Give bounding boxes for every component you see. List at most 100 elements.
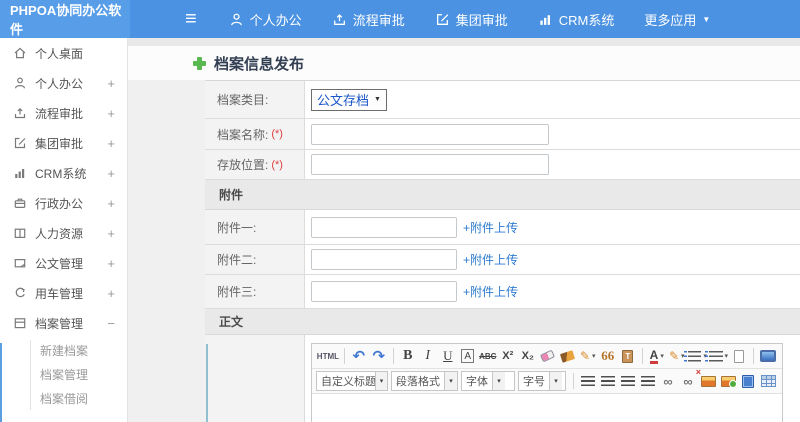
sidebar-item-label: 档案管理	[35, 316, 84, 331]
align-center-button[interactable]	[599, 371, 617, 391]
content-section-header: 正文	[205, 309, 800, 335]
underline-button[interactable]: U	[439, 346, 457, 366]
dropdown-arrow-icon: ▾	[375, 372, 387, 390]
sidebar-item-crm-system[interactable]: CRM系统 +	[0, 158, 127, 188]
expand-toggle-icon[interactable]: +	[107, 166, 115, 181]
sidebar-subitem-new-archive[interactable]: 新建档案	[0, 338, 127, 362]
paste-icon: T	[622, 349, 634, 363]
required-mark: (*)	[271, 128, 283, 140]
redo-button[interactable]: ↷	[370, 346, 388, 366]
media-icon	[742, 374, 754, 388]
sidebar-item-archive-management[interactable]: 档案管理 −	[0, 308, 127, 338]
undo-button[interactable]: ↶	[350, 346, 368, 366]
attachment-3-upload-link[interactable]: +附件上传	[463, 283, 518, 300]
nav-label: CRM系统	[558, 12, 615, 28]
hamburger-menu-icon[interactable]: ≡	[185, 9, 197, 29]
format-painter-icon: ✎	[579, 349, 591, 363]
expand-toggle-icon[interactable]: +	[107, 106, 115, 121]
sidebar-subitem-archive-borrow[interactable]: 档案借阅	[0, 386, 127, 410]
top-header: PHPOA协同办公软件 ≡ 个人办公 流程审批 集团审批 CRM系统 更多应用 …	[0, 0, 800, 38]
sidebar-item-personal-office[interactable]: 个人办公 +	[0, 68, 127, 98]
page-title: 档案信息发布	[214, 55, 305, 73]
align-left-button[interactable]	[579, 371, 597, 391]
font-family-select[interactable]: 字体 ▾	[461, 371, 515, 391]
align-justify-button[interactable]	[639, 371, 657, 391]
insert-media-button[interactable]	[739, 371, 757, 391]
sidebar-item-human-resources[interactable]: 人力资源 +	[0, 218, 127, 248]
expand-toggle-icon[interactable]: +	[107, 76, 115, 91]
sidebar-submenu-archive: 新建档案 档案管理 档案借阅	[0, 338, 127, 410]
paste-button[interactable]: T	[619, 346, 637, 366]
category-select[interactable]: 公文存档 ▼	[311, 88, 387, 111]
select-arrow-icon: ▼	[374, 96, 381, 103]
nav-crm-system[interactable]: CRM系统	[538, 10, 615, 29]
expand-toggle-icon[interactable]: +	[107, 286, 115, 301]
dropdown-arrow-icon: ▾	[492, 372, 505, 390]
expand-toggle-icon[interactable]: +	[107, 136, 115, 151]
format-painter-button[interactable]: ✎ ▾	[579, 346, 597, 366]
expand-toggle-icon[interactable]: +	[107, 256, 115, 271]
align-right-button[interactable]	[619, 371, 637, 391]
attachment-2-input[interactable]	[311, 249, 457, 270]
nav-more-apps[interactable]: 更多应用 ▼	[644, 10, 710, 29]
category-selected-value: 公文存档	[317, 93, 370, 108]
sidebar-item-personal-desktop[interactable]: 个人桌面	[0, 38, 127, 68]
italic-button[interactable]: I	[419, 346, 437, 366]
chart-icon	[15, 169, 25, 178]
blockquote-button[interactable]: 66	[599, 346, 617, 366]
archive-form: 档案类目: 公文存档 ▼ 档案名称: (*) 存放位置: (*) 附件 附件一:…	[205, 80, 800, 422]
archive-name-input[interactable]	[311, 123, 549, 145]
collapse-toggle-icon[interactable]: −	[107, 316, 115, 331]
user-icon	[230, 13, 242, 25]
eraser-button[interactable]	[539, 346, 557, 366]
sidebar-item-workflow-approval[interactable]: 流程审批 +	[0, 98, 127, 128]
insert-image-button[interactable]	[699, 371, 717, 391]
attachment-2-upload-link[interactable]: +附件上传	[463, 251, 518, 268]
storage-location-input[interactable]	[311, 154, 549, 175]
remove-link-button[interactable]: ∞	[679, 367, 701, 391]
clear-format-button[interactable]	[559, 346, 577, 366]
font-size-select[interactable]: 字号 ▾	[517, 371, 567, 391]
paragraph-format-select[interactable]: 段落格式 ▾	[391, 371, 458, 391]
expand-toggle-icon[interactable]: +	[107, 226, 115, 241]
unordered-list-button[interactable]: ▾	[704, 346, 728, 366]
sidebar-item-label: 公文管理	[35, 256, 84, 271]
image-icon	[700, 375, 716, 387]
upload-image-button[interactable]	[719, 371, 737, 391]
nav-workflow-approval[interactable]: 流程审批	[332, 10, 405, 29]
attachment-3-label: 附件三:	[205, 275, 305, 308]
nav-label: 个人办公	[249, 12, 302, 28]
nav-personal-office[interactable]: 个人办公	[229, 10, 302, 29]
new-page-button[interactable]	[730, 346, 748, 366]
bold-button[interactable]: B	[399, 346, 417, 366]
align-justify-icon	[641, 376, 655, 386]
subscript-button[interactable]: X₂	[519, 346, 537, 366]
html-source-button[interactable]: HTML	[317, 346, 339, 366]
nav-group-approval[interactable]: 集团审批	[435, 10, 508, 29]
caret-down-icon: ▼	[702, 14, 711, 24]
sidebar-item-document-management[interactable]: 公文管理 +	[0, 248, 127, 278]
align-center-icon	[601, 376, 615, 386]
custom-title-select[interactable]: 自定义标题 ▾	[316, 371, 388, 391]
font-color-button[interactable]: A ▾	[648, 346, 666, 366]
active-indicator-bar	[0, 343, 2, 422]
strikethrough-button[interactable]: ABC	[479, 346, 497, 366]
attachment-1-input[interactable]	[311, 216, 457, 238]
superscript-button[interactable]: X²	[499, 346, 517, 366]
insert-table-button[interactable]	[759, 371, 777, 391]
font-border-button[interactable]: A	[459, 346, 477, 366]
sidebar-item-group-approval[interactable]: 集团审批 +	[0, 128, 127, 158]
edit-icon	[14, 137, 26, 149]
home-icon	[14, 47, 26, 59]
attachment-1-upload-link[interactable]: +附件上传	[463, 219, 518, 236]
editor-content-area[interactable]	[312, 394, 782, 422]
preview-button[interactable]	[759, 346, 777, 366]
sidebar-item-vehicle-management[interactable]: 用车管理 +	[0, 278, 127, 308]
sidebar-subitem-archive-management[interactable]: 档案管理	[0, 362, 127, 386]
attachment-3-input[interactable]	[311, 281, 457, 302]
sidebar-item-admin-office[interactable]: 行政办公 +	[0, 188, 127, 218]
expand-toggle-icon[interactable]: +	[107, 196, 115, 211]
sidebar-item-label: 流程审批	[35, 106, 84, 121]
insert-link-button[interactable]: ∞	[659, 371, 677, 391]
user-icon	[15, 77, 25, 89]
